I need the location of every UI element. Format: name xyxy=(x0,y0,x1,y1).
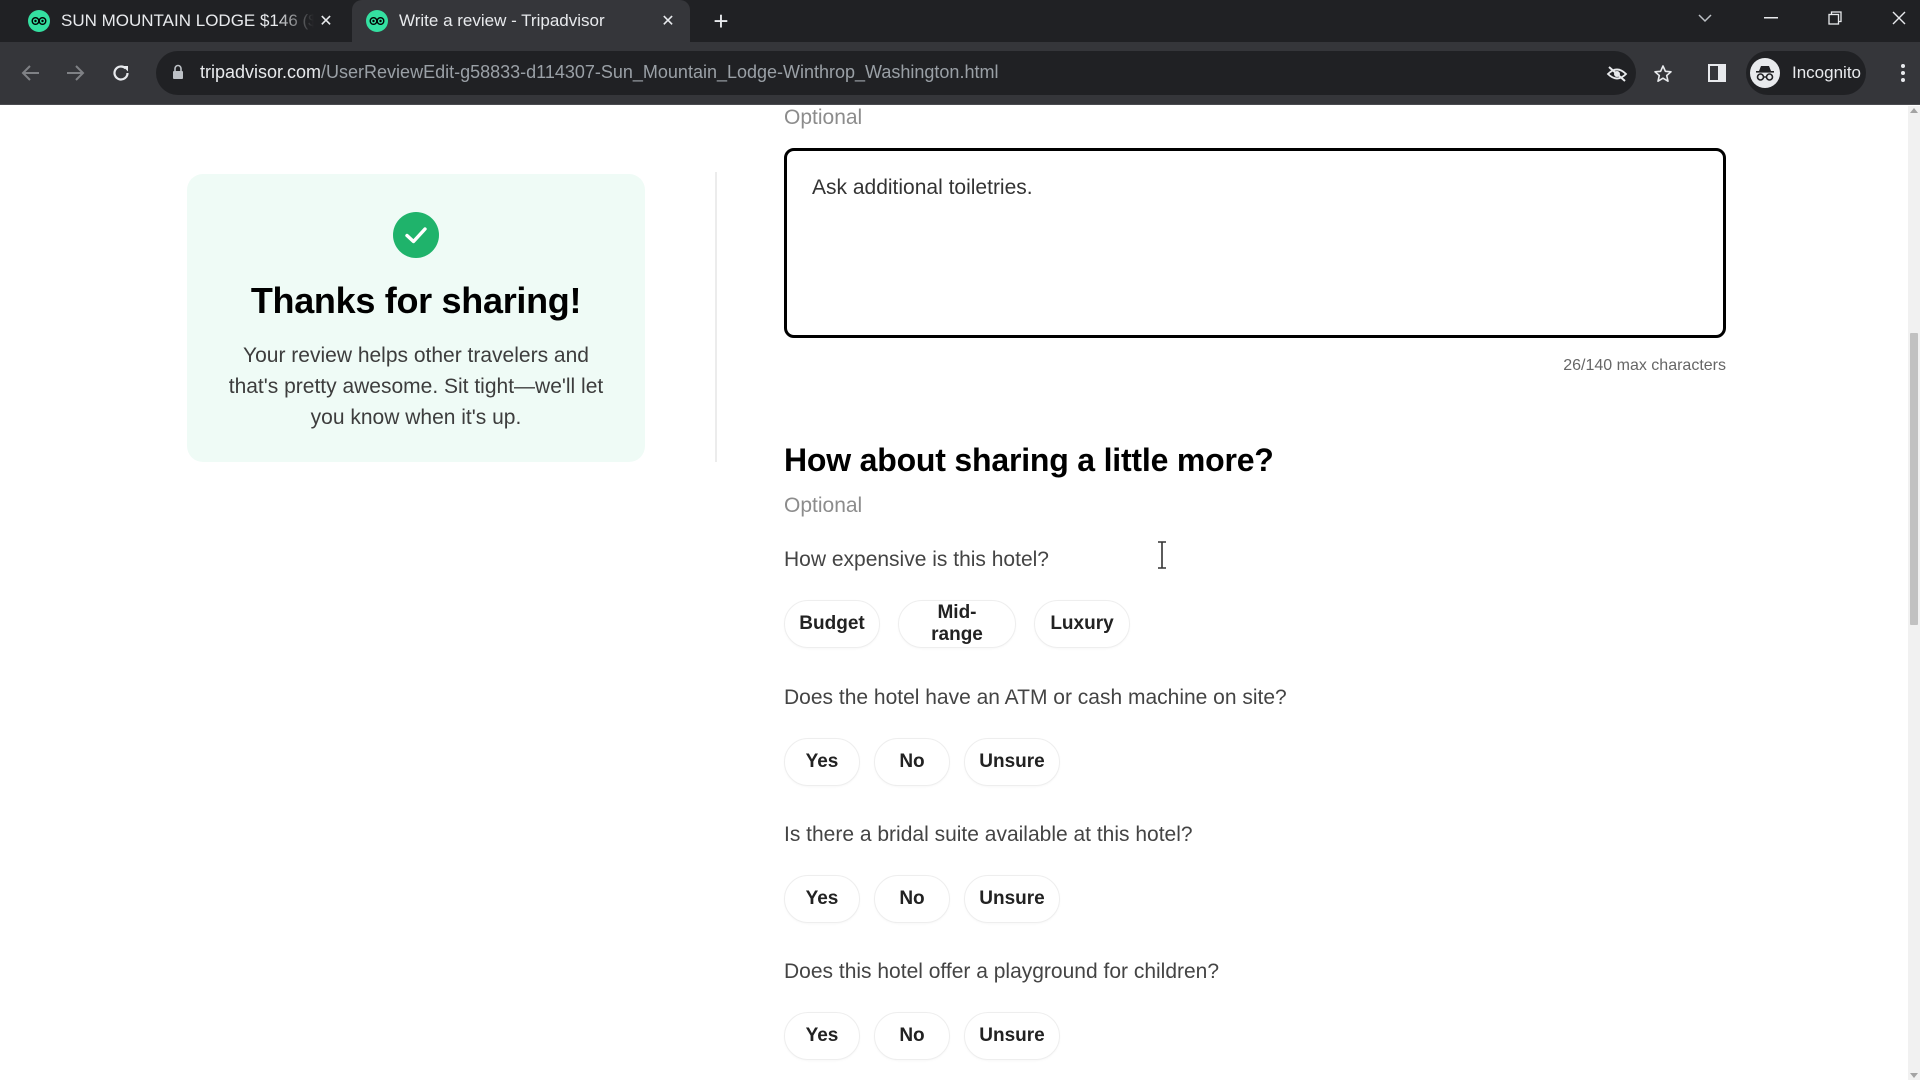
more-menu-icon[interactable] xyxy=(1886,56,1920,90)
option-luxury-button[interactable]: Luxury xyxy=(1034,600,1130,648)
reload-icon[interactable] xyxy=(104,56,138,90)
url-domain: tripadvisor.com xyxy=(200,62,322,82)
side-panel-icon[interactable] xyxy=(1700,56,1734,90)
bridal-suite-options: Yes No Unsure xyxy=(784,875,1060,923)
section-optional-label: Optional xyxy=(784,494,863,517)
price-level-options: Budget Mid-range Luxury xyxy=(784,600,1130,648)
restore-icon[interactable] xyxy=(1812,0,1858,36)
third-party-cookies-blocked-icon[interactable] xyxy=(1606,63,1628,85)
option-budget-button[interactable]: Budget xyxy=(784,600,880,648)
column-divider xyxy=(715,172,717,462)
incognito-icon xyxy=(1750,58,1780,88)
tab-search-chevron-icon[interactable] xyxy=(1682,0,1728,36)
url-text[interactable]: tripadvisor.com/UserReviewEdit-g58833-d1… xyxy=(200,62,998,83)
close-window-icon[interactable] xyxy=(1878,0,1920,36)
thanks-message: Your review helps other travelers and th… xyxy=(228,344,604,429)
option-unsure-button[interactable]: Unsure xyxy=(964,875,1060,923)
tab-strip: SUN MOUNTAIN LODGE $146 ($ ✕ Write a rev… xyxy=(0,0,1920,42)
lock-icon[interactable] xyxy=(172,64,184,85)
tab-title: SUN MOUNTAIN LODGE $146 ($ xyxy=(61,11,314,30)
question-price-level: How expensive is this hotel? xyxy=(784,548,1049,571)
option-yes-button[interactable]: Yes xyxy=(784,875,860,923)
thanks-card: Thanks for sharing! Your review helps ot… xyxy=(187,174,645,462)
option-no-button[interactable]: No xyxy=(874,875,950,923)
new-tab-button[interactable]: + xyxy=(706,6,736,36)
scrollbar-thumb[interactable] xyxy=(1910,333,1918,625)
incognito-label: Incognito xyxy=(1792,63,1861,82)
check-circle-icon xyxy=(393,212,439,258)
tab-write-a-review[interactable]: Write a review - Tripadvisor ✕ xyxy=(352,0,690,42)
question-playground: Does this hotel offer a playground for c… xyxy=(784,960,1220,983)
tripadvisor-owl-icon xyxy=(366,10,388,32)
forward-icon[interactable] xyxy=(58,56,92,90)
back-icon[interactable] xyxy=(14,56,48,90)
tip-textarea[interactable]: Ask additional toiletries. xyxy=(784,148,1726,338)
option-no-button[interactable]: No xyxy=(874,738,950,786)
thanks-title: Thanks for sharing! xyxy=(250,280,582,321)
bookmark-star-icon[interactable] xyxy=(1652,63,1674,85)
playground-options: Yes No Unsure xyxy=(784,1012,1060,1060)
text-cursor-icon xyxy=(1155,541,1169,569)
page-content: Thanks for sharing! Your review helps ot… xyxy=(0,106,1908,1080)
option-no-button[interactable]: No xyxy=(874,1012,950,1060)
minimize-icon[interactable] xyxy=(1748,0,1794,36)
char-count: 26/140 max characters xyxy=(1563,357,1726,374)
scroll-down-arrow-icon[interactable] xyxy=(1910,1073,1918,1078)
option-yes-button[interactable]: Yes xyxy=(784,1012,860,1060)
tab-title: Write a review - Tripadvisor xyxy=(399,11,605,30)
tip-optional-label: Optional xyxy=(784,106,863,129)
question-atm: Does the hotel have an ATM or cash machi… xyxy=(784,686,1287,709)
tab-sun-mountain-lodge[interactable]: SUN MOUNTAIN LODGE $146 ($ ✕ xyxy=(14,0,348,42)
option-yes-button[interactable]: Yes xyxy=(784,738,860,786)
incognito-profile-button[interactable]: Incognito xyxy=(1746,51,1866,95)
option-mid-range-button[interactable]: Mid-range xyxy=(898,600,1016,648)
section-title: How about sharing a little more? xyxy=(784,442,1274,478)
close-tab-icon[interactable]: ✕ xyxy=(656,9,680,33)
option-unsure-button[interactable]: Unsure xyxy=(964,1012,1060,1060)
url-path: /UserReviewEdit-g58833-d114307-Sun_Mount… xyxy=(321,62,999,82)
question-bridal-suite: Is there a bridal suite available at thi… xyxy=(784,823,1193,846)
address-bar[interactable]: tripadvisor.com/UserReviewEdit-g58833-d1… xyxy=(156,51,1672,95)
tripadvisor-owl-icon xyxy=(28,10,50,32)
atm-options: Yes No Unsure xyxy=(784,738,1060,786)
page-scrollbar[interactable] xyxy=(1908,106,1920,1080)
option-unsure-button[interactable]: Unsure xyxy=(964,738,1060,786)
browser-toolbar: tripadvisor.com/UserReviewEdit-g58833-d1… xyxy=(0,42,1920,105)
close-tab-icon[interactable]: ✕ xyxy=(314,9,338,33)
scroll-up-arrow-icon[interactable] xyxy=(1910,108,1918,113)
